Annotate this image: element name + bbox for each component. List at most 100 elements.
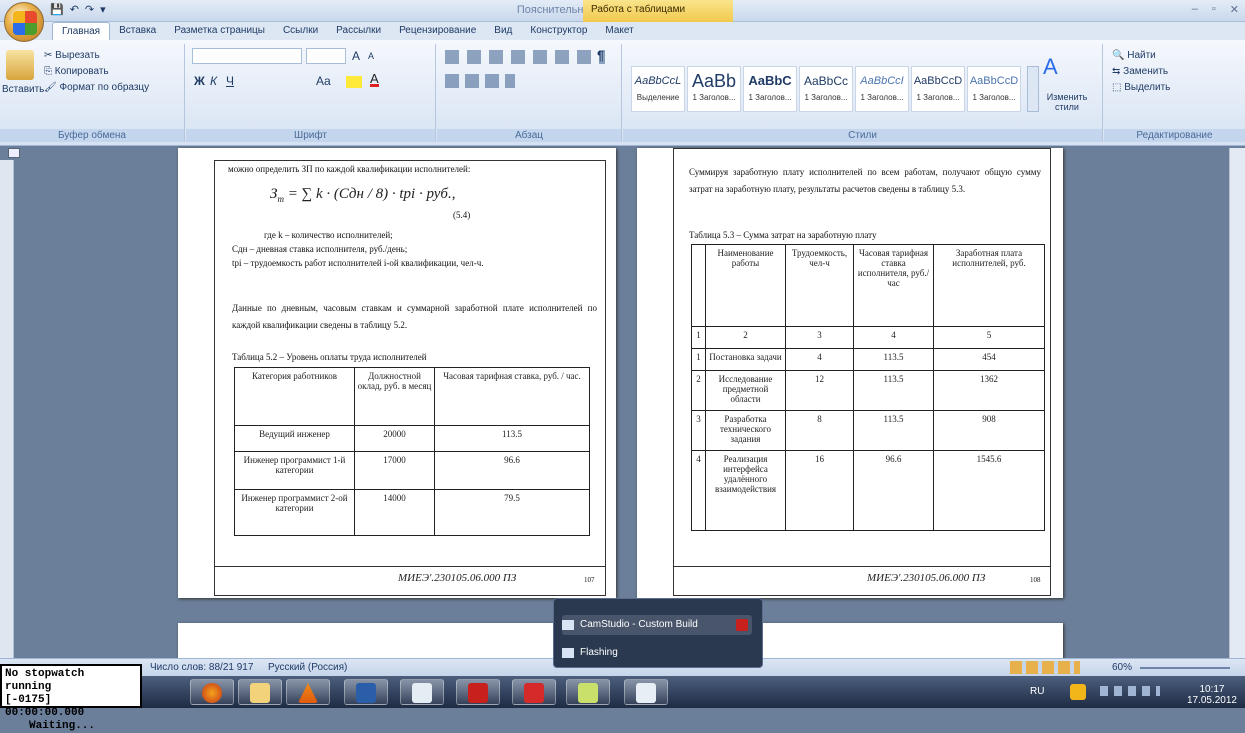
customize-qat-icon[interactable]: ▾ bbox=[100, 3, 106, 16]
table-cell: Ведущий инженер bbox=[234, 425, 355, 452]
style-item[interactable]: AaBbC 1 Заголов... bbox=[743, 66, 797, 112]
vertical-scrollbar[interactable] bbox=[1229, 148, 1245, 658]
m-app-icon bbox=[524, 683, 544, 703]
paste-button[interactable]: Вставить bbox=[2, 84, 44, 95]
word-count[interactable]: Число слов: 88/21 917 bbox=[150, 662, 253, 673]
table-cell: 96.6 bbox=[853, 450, 934, 531]
taskbar-app-firefox[interactable] bbox=[190, 679, 234, 705]
list-buttons-icon[interactable] bbox=[445, 50, 605, 64]
tab-home[interactable]: Главная bbox=[52, 22, 111, 40]
table-cell: 16 bbox=[785, 450, 854, 531]
document-icon bbox=[412, 683, 432, 703]
change-styles-icon[interactable]: A bbox=[1043, 54, 1058, 80]
table-cell: 96.6 bbox=[434, 451, 590, 490]
table-cell: 4 bbox=[785, 348, 854, 371]
popup-item-camstudio[interactable]: CamStudio - Custom Build bbox=[562, 615, 752, 635]
styles-scroll-icon[interactable] bbox=[1027, 66, 1039, 112]
taskbar-app-save[interactable] bbox=[344, 679, 388, 705]
undo-icon[interactable]: ↶ bbox=[70, 3, 79, 16]
title-bar: 💾 ↶ ↷ ▾ Пояснительная записка5 - Microso… bbox=[0, 0, 1245, 22]
pdf-icon bbox=[468, 683, 488, 703]
align-buttons-icon[interactable] bbox=[445, 74, 515, 88]
grow-font-button[interactable]: A bbox=[352, 49, 360, 63]
taskbar-app-writer[interactable] bbox=[400, 679, 444, 705]
redo-icon[interactable]: ↷ bbox=[85, 3, 94, 16]
style-item[interactable]: AaBbCc 1 Заголов... bbox=[799, 66, 853, 112]
save-icon[interactable]: 💾 bbox=[50, 3, 64, 16]
table-cell: 113.5 bbox=[853, 370, 934, 411]
font-name-combo[interactable] bbox=[192, 48, 302, 64]
where-line: tрi – трудоемкость работ исполнителей i-… bbox=[232, 258, 484, 268]
style-item[interactable]: AaBbCcD 1 Заголов... bbox=[967, 66, 1021, 112]
close-icon[interactable] bbox=[736, 619, 748, 631]
window-controls: – ▫ ✕ bbox=[1192, 3, 1239, 16]
replace-button[interactable]: ⇆ Заменить bbox=[1112, 66, 1168, 77]
tab-references[interactable]: Ссылки bbox=[274, 22, 327, 40]
maximize-button[interactable]: ▫ bbox=[1212, 3, 1216, 16]
pilcrow-button[interactable]: ¶ bbox=[597, 48, 604, 63]
floppy-icon bbox=[356, 683, 376, 703]
style-item[interactable]: AaBbCcD 1 Заголов... bbox=[911, 66, 965, 112]
style-item[interactable]: AaBbCcI 1 Заголов... bbox=[855, 66, 909, 112]
table-cell: 113.5 bbox=[853, 348, 934, 371]
page-right[interactable]: Суммируя заработную плату исполнителей п… bbox=[637, 148, 1063, 598]
zoom-level[interactable]: 60% bbox=[1112, 662, 1132, 673]
page-left[interactable]: можно определить ЗП по каждой квалификац… bbox=[178, 148, 616, 598]
where-line: где k – количество исполнителей; bbox=[264, 230, 393, 240]
taskbar-app-pdf[interactable] bbox=[456, 679, 500, 705]
tray-icons[interactable] bbox=[1100, 686, 1160, 696]
tab-review[interactable]: Рецензирование bbox=[390, 22, 485, 40]
tab-view[interactable]: Вид bbox=[485, 22, 521, 40]
tray-icon[interactable] bbox=[1070, 684, 1086, 700]
taskbar-app-vlc[interactable] bbox=[286, 679, 330, 705]
copy-button[interactable]: ⎘ Копировать bbox=[44, 66, 109, 77]
close-button[interactable]: ✕ bbox=[1230, 3, 1239, 16]
taskbar-app-camstudio[interactable] bbox=[566, 679, 610, 705]
taskbar-app-explorer[interactable] bbox=[238, 679, 282, 705]
font-group-label: Шрифт bbox=[186, 129, 435, 142]
tab-layout[interactable]: Макет bbox=[596, 22, 642, 40]
find-button[interactable]: 🔍 Найти bbox=[1112, 50, 1156, 61]
language-indicator[interactable]: Русский (Россия) bbox=[268, 662, 347, 673]
change-case-button[interactable]: Aa bbox=[316, 74, 331, 88]
font-color-icon[interactable]: A bbox=[370, 72, 379, 87]
taskbar-app-window[interactable] bbox=[624, 679, 668, 705]
table-cell: 113.5 bbox=[434, 425, 590, 452]
tab-insert[interactable]: Вставка bbox=[110, 22, 165, 40]
quick-access-toolbar: 💾 ↶ ↷ ▾ bbox=[50, 3, 106, 16]
popup-item-flashing[interactable]: Flashing bbox=[562, 643, 618, 663]
table-cell: 113.5 bbox=[853, 410, 934, 451]
format-painter-button[interactable]: 🖌 Формат по образцу bbox=[44, 82, 149, 93]
view-buttons-icon[interactable] bbox=[1010, 661, 1080, 674]
taskbar: RU bbox=[0, 676, 1245, 708]
page-number: 108 bbox=[1030, 576, 1041, 584]
select-button[interactable]: ⬚ Выделить bbox=[1112, 82, 1170, 93]
tab-mailings[interactable]: Рассылки bbox=[327, 22, 390, 40]
tab-page-layout[interactable]: Разметка страницы bbox=[165, 22, 274, 40]
bold-button[interactable]: Ж bbox=[194, 74, 205, 88]
ruler-toggle-icon[interactable] bbox=[8, 148, 20, 158]
cut-button[interactable]: ✂ Вырезать bbox=[44, 50, 100, 61]
table-cell: Инженер программист 2-ой категории bbox=[234, 489, 355, 536]
paste-icon[interactable] bbox=[6, 50, 34, 80]
underline-button[interactable]: Ч bbox=[226, 74, 234, 88]
table-header-cell: Должностной оклад, руб. в месяц bbox=[354, 367, 435, 426]
table-cell: 908 bbox=[933, 410, 1045, 451]
style-item[interactable]: AaBb 1 Заголов... bbox=[687, 66, 741, 112]
italic-button[interactable]: К bbox=[210, 74, 217, 88]
shrink-font-button[interactable]: A bbox=[368, 51, 374, 61]
zoom-slider[interactable] bbox=[1140, 667, 1230, 669]
style-item[interactable]: AaBbCcL Выделение bbox=[631, 66, 685, 112]
highlight-icon[interactable] bbox=[346, 76, 362, 88]
input-language[interactable]: RU bbox=[1030, 686, 1044, 697]
change-styles-button[interactable]: Изменить стили bbox=[1043, 92, 1091, 112]
window-icon bbox=[636, 683, 656, 703]
taskbar-app-m[interactable] bbox=[512, 679, 556, 705]
table-row: Инженер программист 2-ой категории 14000… bbox=[234, 489, 590, 536]
office-button[interactable] bbox=[4, 2, 44, 42]
table-cell: 20000 bbox=[354, 425, 435, 452]
system-clock[interactable]: 10:17 17.05.2012 bbox=[1187, 684, 1237, 706]
tab-design[interactable]: Конструктор bbox=[521, 22, 596, 40]
font-size-combo[interactable] bbox=[306, 48, 346, 64]
minimize-button[interactable]: – bbox=[1192, 3, 1198, 16]
